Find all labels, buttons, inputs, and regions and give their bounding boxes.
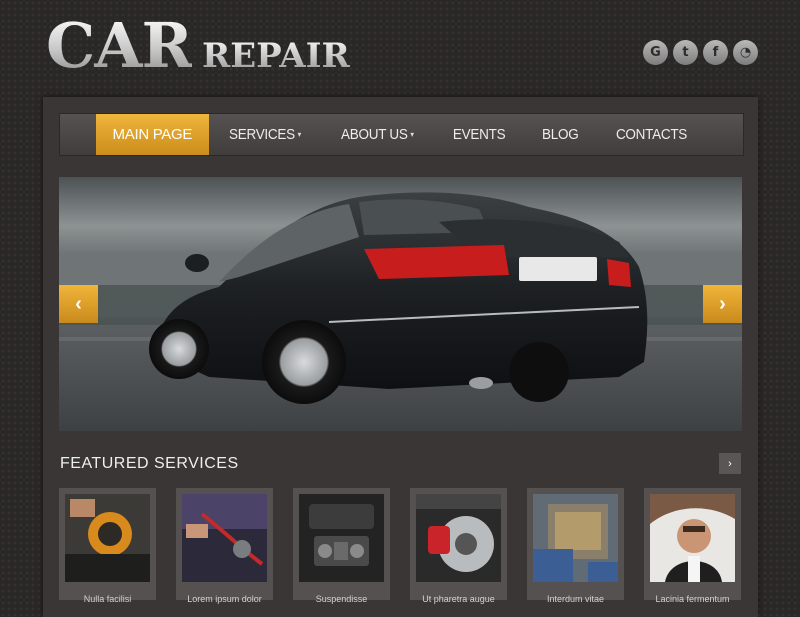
nav-item-events[interactable]: EVENTS <box>438 114 519 155</box>
service-caption: Suspendisse <box>315 594 368 604</box>
service-caption: Nulla facilisi <box>83 594 132 604</box>
nav-item-services[interactable]: SERVICES ▾ <box>215 114 316 155</box>
service-caption: Lacinia fermentum <box>655 594 730 604</box>
service-card[interactable]: Nulla facilisi <box>59 488 156 604</box>
service-thumbnail <box>65 494 150 582</box>
service-thumbnail <box>299 494 384 582</box>
nav-item-label: MAIN PAGE <box>112 126 193 143</box>
service-thumbnail <box>650 494 735 582</box>
service-caption: Ut pharetra augue <box>422 594 495 604</box>
nav-item-label: ABOUT US <box>341 126 408 143</box>
service-thumbnail <box>533 494 618 582</box>
site-logo[interactable]: CAR REPAIR <box>46 14 350 78</box>
nav-item-main-page[interactable]: MAIN PAGE <box>95 114 210 155</box>
service-thumbnail <box>182 494 267 582</box>
hero-slider: ‹ › <box>59 177 742 431</box>
slider-prev-button[interactable]: ‹ <box>59 285 98 323</box>
nav-item-blog[interactable]: BLOG <box>528 114 593 155</box>
service-card[interactable]: Lacinia fermentum <box>644 488 741 604</box>
nav-item-about-us[interactable]: ABOUT US ▾ <box>327 114 428 155</box>
hero-car-image <box>59 177 742 431</box>
service-card[interactable]: Suspendisse <box>293 488 390 604</box>
featured-more-button[interactable]: › <box>719 453 741 474</box>
nav-item-label: CONTACTS <box>616 126 688 143</box>
service-caption: Interdum vitae <box>546 594 605 604</box>
nav-item-label: SERVICES <box>229 126 295 143</box>
service-card[interactable]: Ut pharetra augue <box>410 488 507 604</box>
nav-item-label: EVENTS <box>452 126 506 143</box>
service-thumbnail <box>416 494 501 582</box>
service-card[interactable]: Lorem ipsum dolor <box>176 488 273 604</box>
dropdown-caret-icon: ▾ <box>410 130 414 139</box>
dropdown-caret-icon: ▾ <box>297 130 302 139</box>
featured-services-list: Nulla facilisi Lorem ipsum dolor Suspend… <box>59 488 742 604</box>
logo-main-text: CAR <box>46 9 193 82</box>
featured-services-title: FEATURED SERVICES <box>60 455 239 472</box>
main-navigation: MAIN PAGE SERVICES ▾ ABOUT US ▾ EVENTS B… <box>59 113 744 156</box>
twitter-icon[interactable]: t <box>673 40 698 65</box>
nav-item-label: BLOG <box>541 126 579 143</box>
logo-sub-text: REPAIR <box>201 36 350 76</box>
social-links: G t f ◔ <box>643 40 758 65</box>
service-caption: Lorem ipsum dolor <box>187 594 262 604</box>
slider-next-button[interactable]: › <box>703 285 742 323</box>
rss-icon[interactable]: ◔ <box>733 40 758 65</box>
nav-item-contacts[interactable]: CONTACTS <box>602 114 702 155</box>
service-card[interactable]: Interdum vitae <box>527 488 624 604</box>
facebook-icon[interactable]: f <box>703 40 728 65</box>
google-icon[interactable]: G <box>643 40 668 65</box>
